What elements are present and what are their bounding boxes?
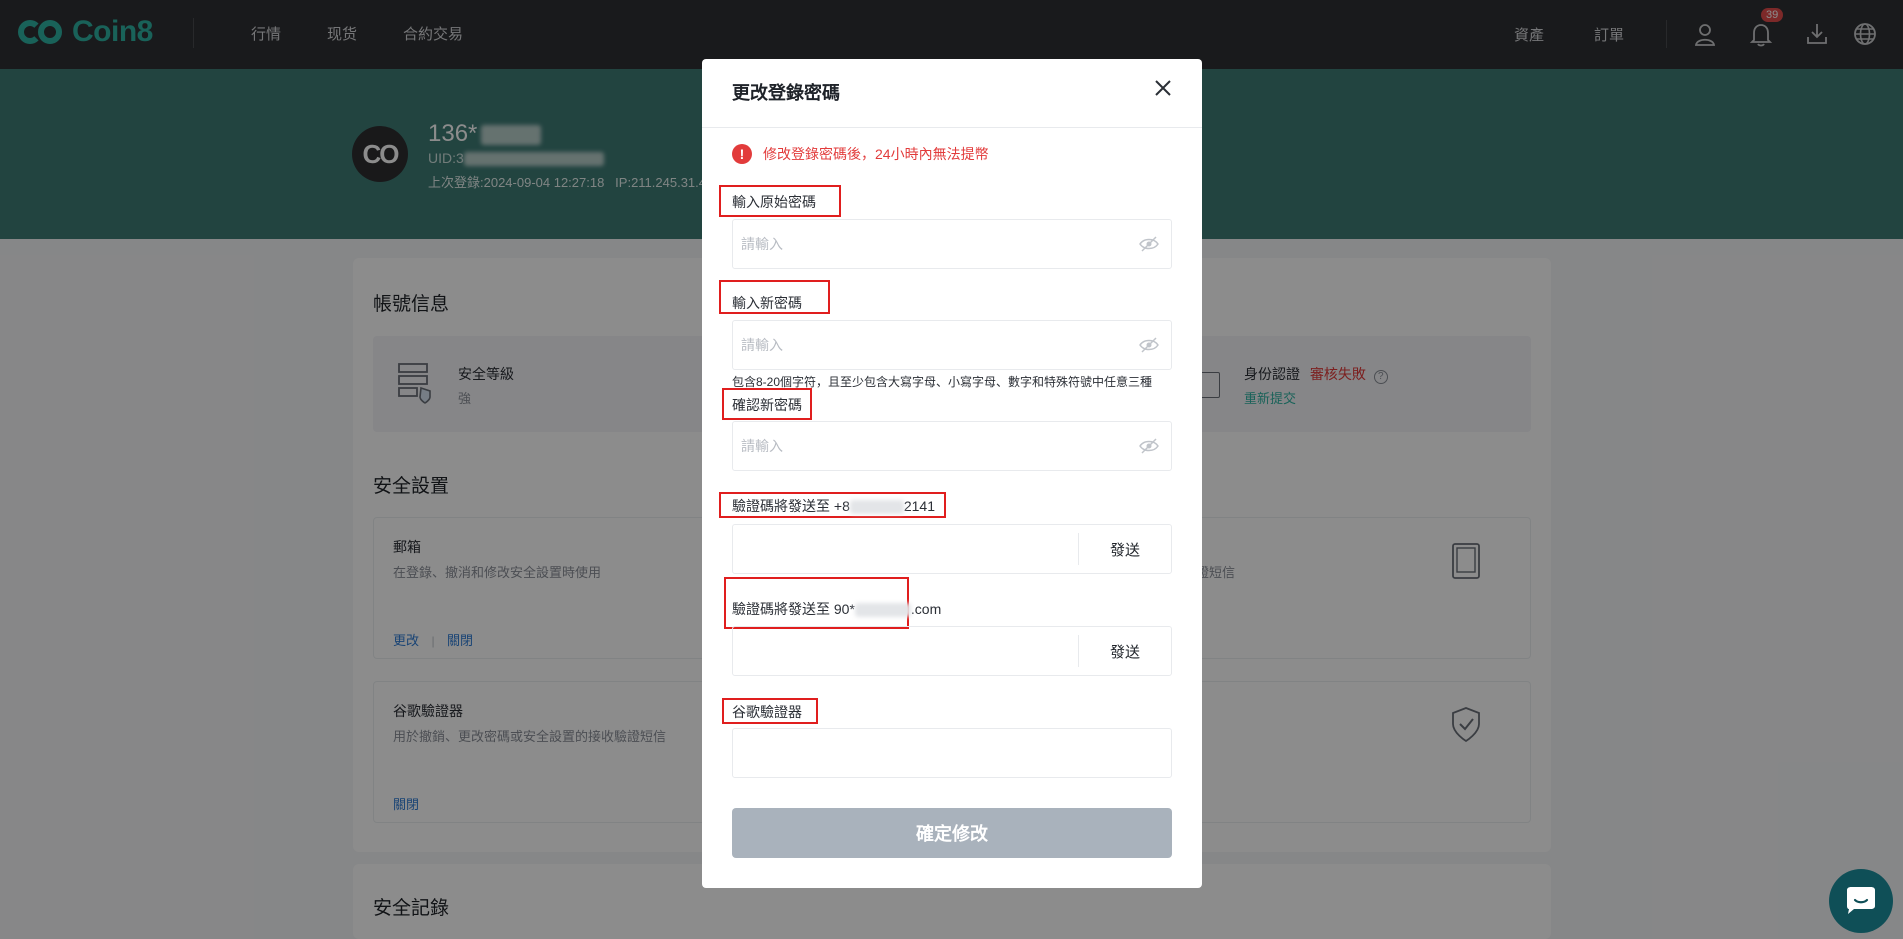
google-auth-input[interactable]	[733, 729, 1113, 777]
sms-code-field: 發送	[732, 524, 1172, 574]
new-password-input[interactable]	[733, 321, 1113, 369]
chat-support-button[interactable]	[1829, 869, 1893, 933]
send-sms-button[interactable]: 發送	[1079, 525, 1171, 573]
confirm-change-button[interactable]: 確定修改	[732, 808, 1172, 858]
new-password-field	[732, 320, 1172, 370]
original-password-field	[732, 219, 1172, 269]
original-password-label: 輸入原始密碼	[732, 194, 816, 210]
change-password-modal: 更改登錄密碼 ! 修改登錄密碼後，24小時內無法提幣 輸入原始密碼 輸入新密碼 …	[702, 59, 1202, 888]
close-icon[interactable]	[1152, 77, 1174, 99]
sms-code-label: 驗證碼將發送至 +8 2141	[732, 498, 936, 515]
modal-divider	[702, 127, 1202, 128]
confirm-password-label: 確認新密碼	[732, 397, 802, 413]
modal-title: 更改登錄密碼	[732, 83, 840, 103]
eye-hidden-icon[interactable]	[1139, 438, 1159, 454]
new-password-label: 輸入新密碼	[732, 295, 802, 311]
email-code-input[interactable]	[733, 627, 1073, 675]
warning-text: 修改登錄密碼後，24小時內無法提幣	[763, 146, 989, 162]
eye-hidden-icon[interactable]	[1139, 236, 1159, 252]
google-auth-field	[732, 728, 1172, 778]
email-code-label: 驗證碼將發送至 90* .com	[732, 601, 942, 618]
send-email-button[interactable]: 發送	[1079, 627, 1171, 675]
warning-icon: !	[732, 144, 752, 164]
chat-bubble-icon	[1847, 887, 1875, 914]
eye-hidden-icon[interactable]	[1139, 337, 1159, 353]
original-password-input[interactable]	[733, 220, 1113, 268]
sms-code-input[interactable]	[733, 525, 1073, 573]
google-auth-label: 谷歌驗證器	[732, 704, 802, 720]
confirm-password-input[interactable]	[733, 422, 1113, 470]
email-code-field: 發送	[732, 626, 1172, 676]
warning-message: ! 修改登錄密碼後，24小時內無法提幣	[732, 144, 989, 164]
confirm-password-field	[732, 421, 1172, 471]
